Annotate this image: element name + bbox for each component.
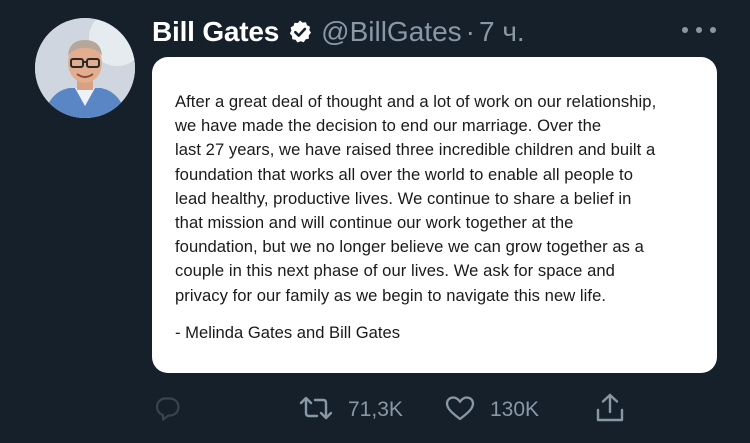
retweet-icon	[298, 394, 334, 427]
tweet: Bill Gates @BillGates · 7 ч. After a gre…	[0, 0, 750, 443]
statement-text: After a great deal of thought and a lot …	[175, 92, 657, 305]
more-dot-icon	[682, 27, 688, 33]
retweet-button[interactable]: 71,3K	[298, 388, 403, 432]
tweet-header: Bill Gates @BillGates · 7 ч.	[152, 12, 525, 52]
avatar[interactable]	[35, 18, 135, 118]
tweet-actions: 71,3K 130K	[0, 388, 750, 432]
time-separator: ·	[465, 16, 475, 47]
reply-icon	[153, 394, 181, 427]
like-button[interactable]: 130K	[444, 388, 539, 432]
statement-signature: - Melinda Gates and Bill Gates	[175, 322, 401, 342]
retweet-count: 71,3K	[348, 398, 403, 421]
more-dot-icon	[710, 27, 716, 33]
handle[interactable]: @BillGates	[321, 16, 461, 48]
timestamp[interactable]: 7 ч.	[479, 16, 525, 48]
like-count: 130K	[490, 398, 540, 421]
share-button[interactable]	[594, 388, 626, 432]
more-dot-icon	[696, 27, 702, 33]
tweet-image-card[interactable]: After a great deal of thought and a lot …	[152, 57, 717, 373]
avatar-image	[35, 18, 135, 118]
reply-button[interactable]	[153, 388, 181, 432]
share-icon	[594, 392, 626, 429]
heart-icon	[444, 394, 476, 427]
display-name[interactable]: Bill Gates	[152, 16, 279, 48]
verified-badge-icon	[287, 19, 313, 45]
more-options-button[interactable]	[682, 22, 716, 38]
